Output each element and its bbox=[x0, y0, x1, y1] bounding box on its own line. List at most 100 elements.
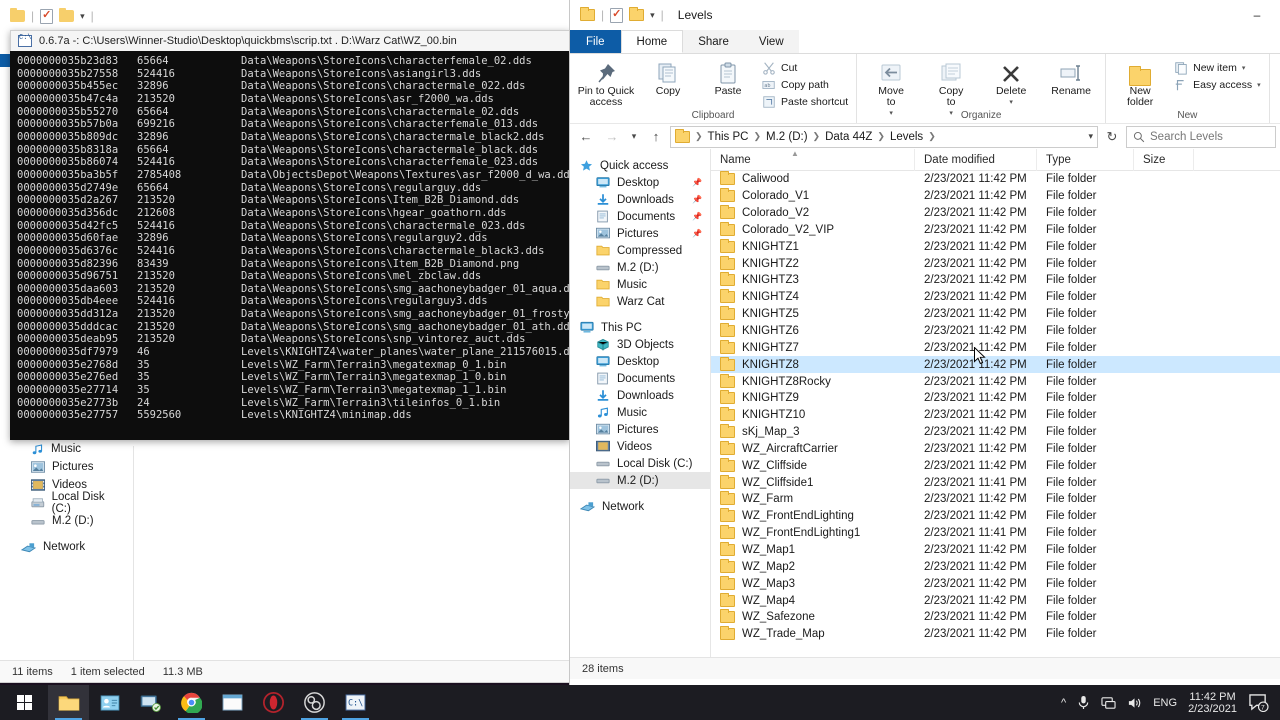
table-row[interactable]: WZ_Map3 2/23/2021 11:42 PM File folder bbox=[711, 575, 1280, 592]
column-header-size[interactable]: Size bbox=[1134, 149, 1194, 171]
table-row[interactable]: WZ_Cliffside 2/23/2021 11:42 PM File folde… bbox=[711, 457, 1280, 474]
table-row[interactable]: KNIGHTZ8 2/23/2021 11:42 PM File folder bbox=[711, 356, 1280, 374]
pin-to-quick-access-button[interactable]: Pin to Quick access bbox=[575, 57, 637, 108]
explorer-titlebar[interactable]: | ▾ | Levels – bbox=[570, 0, 1280, 30]
table-row[interactable]: KNIGHTZ9 2/23/2021 11:42 PM File folder bbox=[711, 390, 1280, 407]
table-row[interactable]: KNIGHTZ8Rocky 2/23/2021 11:42 PM File fold… bbox=[711, 373, 1280, 390]
pin-icon[interactable]: 📌 bbox=[692, 212, 702, 221]
table-row[interactable]: KNIGHTZ10 2/23/2021 11:42 PM File folder bbox=[711, 407, 1280, 424]
sidebar-item-desktop[interactable]: Desktop 📌 bbox=[570, 174, 710, 191]
table-row[interactable]: Colorado_V2_VIP 2/23/2021 11:42 PM File fo… bbox=[711, 221, 1280, 239]
refresh-button[interactable]: ↻ bbox=[1100, 126, 1124, 148]
recent-locations-icon[interactable]: ▾ bbox=[626, 126, 642, 148]
language-indicator[interactable]: ENG bbox=[1153, 697, 1177, 709]
taskbar-opera-gx[interactable] bbox=[253, 685, 294, 720]
sidebar-item-music[interactable]: Music bbox=[570, 276, 710, 293]
table-row[interactable]: sKj_Map_3 2/23/2021 11:42 PM File folder bbox=[711, 424, 1280, 441]
tray-chevron-up-icon[interactable]: ^ bbox=[1061, 697, 1066, 709]
sidebar-item-pc-music[interactable]: Music bbox=[570, 404, 710, 421]
address-bar-row[interactable]: ← → ▾ ↑ ❯ This PC ❯ M.2 (D:) ❯ Data 44Z … bbox=[570, 123, 1280, 149]
table-row[interactable]: Colorado_V2 2/23/2021 11:42 PM File folder bbox=[711, 205, 1280, 222]
table-row[interactable]: KNIGHTZ1 2/23/2021 11:42 PM File folder bbox=[711, 238, 1280, 255]
column-header-name[interactable]: Name bbox=[711, 149, 915, 171]
sidebar-item-pc-3d-objects[interactable]: 3D Objects bbox=[570, 336, 710, 353]
table-row[interactable]: KNIGHTZ4 2/23/2021 11:42 PM File folder bbox=[711, 289, 1280, 306]
new-item-button[interactable]: New item ▾ bbox=[1171, 59, 1263, 76]
ribbon[interactable]: Pin to Quick access Copy Paste Cut ab Co… bbox=[570, 53, 1280, 123]
copy-button[interactable]: Copy bbox=[639, 57, 697, 97]
sidebar-item-pc-m-2-d[interactable]: M.2 (D:) bbox=[570, 472, 710, 489]
console-titlebar[interactable]: 0.6.7a -: C:\Users\Winner-Studio\Desktop… bbox=[10, 30, 570, 51]
explorer-window-levels[interactable]: | ▾ | Levels – File Home Share View Pin … bbox=[569, 0, 1280, 685]
breadcrumb-levels[interactable]: Levels bbox=[890, 131, 923, 143]
cut-button[interactable]: Cut bbox=[759, 59, 851, 76]
taskbar[interactable]: C:\ ^ ENG 11:42 PM 2/23/2021 7 bbox=[0, 685, 1280, 720]
ribbon-tabstrip[interactable]: File Home Share View bbox=[570, 30, 1280, 53]
sidebar-item-pc-pictures[interactable]: Pictures bbox=[570, 421, 710, 438]
taskbar-file-explorer[interactable] bbox=[48, 685, 89, 720]
tab-share[interactable]: Share bbox=[683, 30, 744, 53]
properties-icon[interactable] bbox=[40, 8, 54, 24]
mic-icon[interactable] bbox=[1077, 695, 1090, 710]
move-to-button[interactable]: Move to ▾ bbox=[862, 57, 920, 119]
properties-icon[interactable] bbox=[610, 7, 624, 23]
taskbar-window-app[interactable] bbox=[212, 685, 253, 720]
address-bar[interactable]: ❯ This PC ❯ M.2 (D:) ❯ Data 44Z ❯ Levels… bbox=[670, 125, 1098, 148]
left-window-titlebar[interactable]: | ▾ | bbox=[0, 0, 569, 32]
chevron-down-icon[interactable]: ▾ bbox=[889, 108, 893, 119]
column-header-type[interactable]: Type bbox=[1037, 149, 1134, 171]
new-folder-icon[interactable] bbox=[59, 8, 75, 22]
sidebar-item-pc-documents[interactable]: Documents bbox=[570, 370, 710, 387]
clock[interactable]: 11:42 PM 2/23/2021 bbox=[1188, 691, 1237, 715]
sidebar-item-pictures[interactable]: Pictures bbox=[15, 458, 125, 476]
window-controls[interactable]: – bbox=[1234, 0, 1280, 30]
table-row[interactable]: WZ_Map2 2/23/2021 11:42 PM File folder bbox=[711, 558, 1280, 575]
table-row[interactable]: WZ_Safezone 2/23/2021 11:42 PM File folder bbox=[711, 609, 1280, 626]
breadcrumb-data-44z[interactable]: Data 44Z bbox=[825, 131, 872, 143]
file-rows[interactable]: Caliwood 2/23/2021 11:42 PM File folder Col… bbox=[711, 171, 1280, 643]
sidebar-item-network[interactable]: Network bbox=[570, 498, 710, 515]
left-nav-pane[interactable]: Music Pictures Videos Local Disk (C:) M.… bbox=[15, 440, 125, 556]
table-row[interactable]: WZ_Map1 2/23/2021 11:42 PM File folder bbox=[711, 541, 1280, 559]
sidebar-item-compressed[interactable]: Compressed bbox=[570, 242, 710, 259]
system-tray[interactable]: ^ ENG 11:42 PM 2/23/2021 7 bbox=[1061, 691, 1280, 715]
minimize-button[interactable]: – bbox=[1234, 0, 1280, 30]
search-input[interactable]: Search Levels bbox=[1126, 125, 1276, 148]
sidebar-item-pc-videos[interactable]: Videos bbox=[570, 438, 710, 455]
sidebar-item-pc-local-disk-c[interactable]: Local Disk (C:) bbox=[570, 455, 710, 472]
column-headers[interactable]: ▲ Name Date modified Type Size bbox=[711, 149, 1280, 171]
taskbar-remote-desktop[interactable] bbox=[130, 685, 171, 720]
column-header-date-modified[interactable]: Date modified bbox=[915, 149, 1037, 171]
taskbar-obs-studio[interactable] bbox=[294, 685, 335, 720]
sidebar-item-network[interactable]: Network bbox=[15, 538, 125, 556]
table-row[interactable]: WZ_Farm 2/23/2021 11:42 PM File folder bbox=[711, 491, 1280, 508]
table-row[interactable]: KNIGHTZ3 2/23/2021 11:42 PM File folder bbox=[711, 272, 1280, 289]
taskbar-contacts-app[interactable] bbox=[89, 685, 130, 720]
sidebar-item-documents[interactable]: Documents 📌 bbox=[570, 208, 710, 225]
tab-home[interactable]: Home bbox=[620, 30, 684, 53]
chevron-down-icon[interactable]: ▾ bbox=[949, 108, 953, 119]
start-button[interactable] bbox=[0, 685, 48, 720]
table-row[interactable]: Caliwood 2/23/2021 11:42 PM File folder bbox=[711, 171, 1280, 188]
back-button[interactable]: ← bbox=[574, 126, 598, 148]
this-pc-items[interactable]: 3D Objects Desktop Documents Downloads Music… bbox=[570, 336, 710, 489]
pin-icon[interactable]: 📌 bbox=[692, 178, 702, 187]
pin-icon[interactable]: 📌 bbox=[692, 229, 702, 238]
taskbar-google-chrome[interactable] bbox=[171, 685, 212, 720]
table-row[interactable]: WZ_Map4 2/23/2021 11:42 PM File folder bbox=[711, 592, 1280, 609]
sidebar-item-local-disk-c[interactable]: Local Disk (C:) bbox=[15, 491, 125, 515]
breadcrumb-m2-d[interactable]: M.2 (D:) bbox=[766, 131, 808, 143]
chevron-down-icon[interactable]: ▾ bbox=[1257, 81, 1261, 89]
volume-icon[interactable] bbox=[1127, 696, 1142, 710]
chevron-down-icon[interactable]: ▾ bbox=[1242, 64, 1246, 72]
easy-access-button[interactable]: Easy access ▾ bbox=[1171, 76, 1263, 93]
taskbar-quickbms[interactable]: C:\ bbox=[335, 685, 376, 720]
table-row[interactable]: KNIGHTZ2 2/23/2021 11:42 PM File folder bbox=[711, 255, 1280, 272]
table-row[interactable]: Colorado_V1 2/23/2021 11:42 PM File folder bbox=[711, 188, 1280, 205]
sidebar-item-warz-cat[interactable]: Warz Cat bbox=[570, 293, 710, 310]
sidebar-item-m-2-d[interactable]: M.2 (D:) bbox=[570, 259, 710, 276]
paste-button[interactable]: Paste bbox=[699, 57, 757, 97]
sidebar-item-pictures[interactable]: Pictures 📌 bbox=[570, 225, 710, 242]
breadcrumb-this-pc[interactable]: This PC bbox=[708, 131, 749, 143]
table-row[interactable]: KNIGHTZ7 2/23/2021 11:42 PM File folder bbox=[711, 339, 1280, 356]
